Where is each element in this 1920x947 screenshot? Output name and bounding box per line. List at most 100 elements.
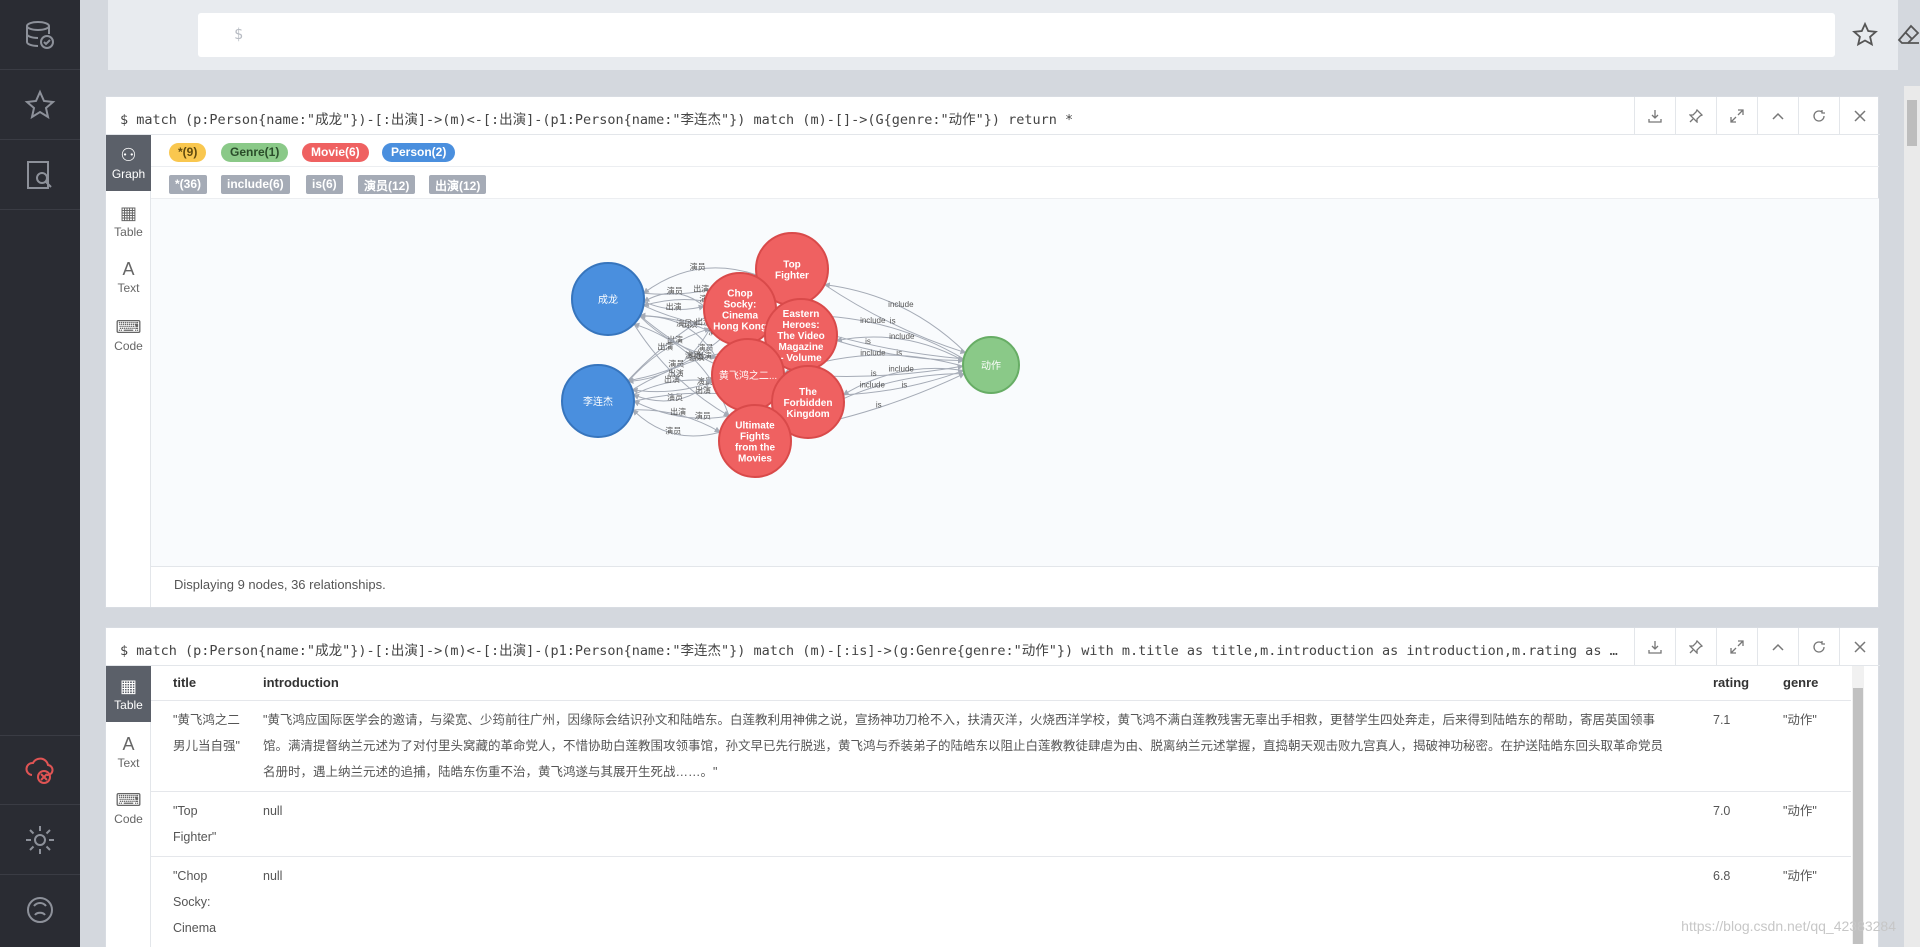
download-icon[interactable] — [1634, 97, 1675, 135]
rel-type-yanyuan[interactable]: 演员(12) — [358, 175, 416, 194]
node-caption: Fighter — [775, 271, 809, 282]
pin-icon[interactable] — [1675, 97, 1716, 135]
view-sidebar: ⚇ Graph ▦ Table A Text ⌨ Code — [106, 135, 151, 607]
connection-error-icon[interactable] — [0, 735, 80, 805]
node-caption: 李连杰 — [583, 395, 613, 408]
table-result-frame: $ match (p:Person{name:"成龙"})-[:出演]->(m)… — [105, 627, 1880, 947]
relationship-label: is — [865, 337, 871, 346]
node-caption: Fights — [740, 432, 770, 443]
view-tab-table[interactable]: ▦ Table — [106, 666, 151, 722]
frame-header: $ match (p:Person{name:"成龙"})-[:出演]->(m)… — [106, 628, 1880, 666]
view-tab-code[interactable]: ⌨ Code — [106, 307, 151, 363]
column-header-genre[interactable]: genre — [1761, 666, 1851, 700]
view-tab-graph[interactable]: ⚇ Graph — [106, 135, 151, 191]
cell-title: "Top Fighter" — [151, 790, 241, 856]
rel-type-all[interactable]: *(36) — [169, 175, 208, 194]
relationship-label: is — [871, 369, 877, 378]
graph-status-text: Displaying 9 nodes, 36 relationships. — [174, 577, 386, 592]
relationship-label: 出演 — [670, 407, 686, 417]
column-header-introduction[interactable]: introduction — [241, 666, 1691, 700]
text-icon: A — [122, 734, 135, 754]
table-row: "黄飞鸿之二男儿当自强" "黄飞鸿应国际医学会的邀请，与梁宽、少筠前往广州，因缘… — [151, 699, 1851, 791]
node-label-all[interactable]: *(9) — [169, 143, 207, 162]
view-tab-text[interactable]: A Text — [106, 249, 151, 305]
settings-gear-icon[interactable] — [0, 805, 80, 875]
close-icon[interactable] — [1839, 628, 1880, 666]
page-scrollbar-thumb[interactable] — [1907, 100, 1917, 146]
view-tab-table[interactable]: ▦ Table — [106, 193, 151, 249]
relationship-label: include — [889, 365, 915, 374]
cypher-editor-input[interactable]: $ — [198, 13, 1835, 57]
rel-type-include[interactable]: include(6) — [221, 175, 290, 194]
relationship-label: is — [890, 317, 896, 326]
view-tab-label: Table — [114, 698, 143, 712]
node-caption: Heroes: — [782, 320, 819, 331]
results-table-container[interactable]: title introduction rating genre "黄飞鸿之二男儿… — [151, 666, 1866, 944]
column-header-title[interactable]: title — [151, 666, 241, 700]
rel-type-is[interactable]: is(6) — [306, 175, 343, 194]
relationship-label: 演员 — [667, 285, 683, 295]
database-icon[interactable] — [0, 0, 80, 70]
fullscreen-icon[interactable] — [1716, 97, 1757, 135]
graph-node-lilianjie[interactable]: 李连杰 — [561, 364, 635, 438]
relationship-label: 演员 — [695, 410, 711, 420]
code-terminal-icon: ⌨ — [115, 317, 142, 337]
frame-header: $ match (p:Person{name:"成龙"})-[:出演]->(m)… — [106, 97, 1880, 135]
about-icon[interactable] — [0, 875, 80, 945]
relationship-label: 出演 — [693, 283, 709, 293]
table-row: "Chop Socky: Cinema Hong null 6.8 "动作" — [151, 855, 1851, 944]
frame-command[interactable]: $ match (p:Person{name:"成龙"})-[:出演]->(m)… — [120, 108, 1620, 128]
frame-command[interactable]: $ match (p:Person{name:"成龙"})-[:出演]->(m)… — [120, 639, 1620, 659]
view-sidebar: ▦ Table A Text ⌨ Code — [106, 666, 151, 947]
table-icon: ▦ — [119, 203, 137, 223]
node-caption: 黄飞鸿之二... — [719, 369, 777, 382]
view-tab-text[interactable]: A Text — [106, 724, 151, 780]
node-caption: from the — [735, 443, 775, 454]
close-icon[interactable] — [1839, 97, 1880, 135]
favorite-star-icon[interactable] — [1848, 18, 1882, 52]
node-caption: 成龙 — [598, 293, 618, 306]
pin-icon[interactable] — [1675, 628, 1716, 666]
rerun-refresh-icon[interactable] — [1798, 628, 1839, 666]
column-header-rating[interactable]: rating — [1691, 666, 1761, 700]
table-scrollbar-thumb[interactable] — [1853, 688, 1863, 944]
graph-node-ultimate[interactable]: UltimateFightsfrom theMovies — [718, 404, 792, 478]
relationship-label: include — [860, 381, 886, 390]
node-caption: - Volume — [780, 353, 822, 364]
graph-svg[interactable]: 出演演员出演演员isinclude出演演员出演演员isinclude出演演员出演… — [151, 199, 1879, 567]
relationship-label: 出演 — [695, 385, 711, 395]
node-caption: Cinema — [722, 311, 759, 322]
relationship-label: include — [888, 300, 914, 309]
collapse-chevron-up-icon[interactable] — [1757, 97, 1798, 135]
view-tab-code[interactable]: ⌨ Code — [106, 780, 151, 836]
editor-bar: $ — [108, 0, 1920, 70]
collapse-chevron-up-icon[interactable] — [1757, 628, 1798, 666]
view-tab-label: Text — [117, 756, 140, 770]
view-tab-label: Graph — [111, 167, 146, 181]
documents-search-icon[interactable] — [0, 140, 80, 210]
graph-canvas[interactable]: 出演演员出演演员isinclude出演演员出演演员isinclude出演演员出演… — [151, 199, 1879, 567]
watermark: https://blog.csdn.net/qq_42383284 — [1681, 918, 1896, 934]
favorites-star-icon[interactable] — [0, 70, 80, 140]
fullscreen-icon[interactable] — [1716, 628, 1757, 666]
relationship-label: 出演 — [668, 368, 684, 378]
node-caption: The — [799, 387, 817, 398]
clear-eraser-icon[interactable] — [1892, 18, 1920, 52]
rerun-refresh-icon[interactable] — [1798, 97, 1839, 135]
results-table: title introduction rating genre "黄飞鸿之二男儿… — [151, 666, 1851, 944]
page-scrollbar[interactable] — [1904, 86, 1920, 947]
node-label-legend: *(9) Genre(1) Movie(6) Person(2) — [151, 135, 1879, 167]
cell-introduction: null — [241, 790, 1691, 856]
node-caption: Top — [783, 260, 801, 271]
node-label-genre[interactable]: Genre(1) — [221, 143, 289, 162]
rel-type-chuyan[interactable]: 出演(12) — [429, 175, 487, 194]
node-label-movie[interactable]: Movie(6) — [302, 143, 369, 162]
node-label-person[interactable]: Person(2) — [382, 143, 456, 162]
relationship-label: include — [860, 316, 886, 325]
download-icon[interactable] — [1634, 628, 1675, 666]
relationship-label: 演员 — [690, 261, 706, 271]
graph-node-dongzuo[interactable]: 动作 — [962, 336, 1020, 394]
relationship-label: is — [901, 380, 907, 389]
node-caption: Movies — [738, 454, 772, 465]
graph-node-chenglong[interactable]: 成龙 — [571, 262, 645, 336]
